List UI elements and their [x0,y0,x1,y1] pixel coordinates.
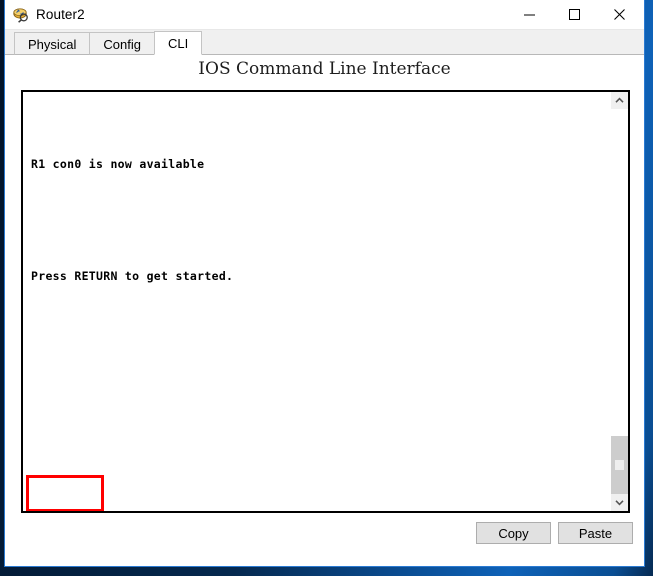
title-bar-left-group: Router2 [12,0,85,29]
chevron-up-icon [615,97,624,103]
maximize-button[interactable] [552,0,597,29]
maximize-icon [569,9,580,20]
terminal-output-area[interactable]: R1 con0 is now available Press RETURN to … [23,92,610,511]
scroll-up-button[interactable] [611,92,628,109]
tab-cli[interactable]: CLI [154,31,203,55]
close-button[interactable] [597,0,642,29]
scrollbar-thumb[interactable] [611,436,628,494]
page-title: IOS Command Line Interface [198,59,451,79]
scrollbar-track[interactable] [611,109,628,494]
chevron-down-icon [615,500,624,506]
scrollbar-thumb-grip [615,460,624,470]
window-title-text: Router2 [36,7,85,22]
terminal-scrollbar[interactable] [610,92,628,511]
minimize-button[interactable] [507,0,552,29]
terminal-lines: R1 con0 is now available Press RETURN to … [31,92,610,511]
terminal-frame: R1 con0 is now available Press RETURN to … [21,90,630,513]
router-icon [12,6,29,23]
tab-list: Physical Config CLI [14,31,203,55]
paste-button[interactable]: Paste [558,522,633,544]
tab-physical[interactable]: Physical [14,32,91,55]
terminal-line: R1 con0 is now available [31,157,205,171]
tab-config[interactable]: Config [89,32,155,55]
window-title-bar: Router2 [5,0,644,30]
action-button-row: Copy Paste [476,522,633,544]
minimize-icon [524,14,535,16]
terminal-line: Press RETURN to get started. [31,269,234,283]
cli-tab-content: IOS Command Line Interface R1 con0 is no… [5,55,644,566]
copy-button[interactable]: Copy [476,522,551,544]
scroll-down-button[interactable] [611,494,628,511]
router-properties-window: Router2 Physical Config CLI IOS Command … [4,0,645,567]
tab-strip: Physical Config CLI [5,30,644,55]
close-icon [614,9,625,20]
